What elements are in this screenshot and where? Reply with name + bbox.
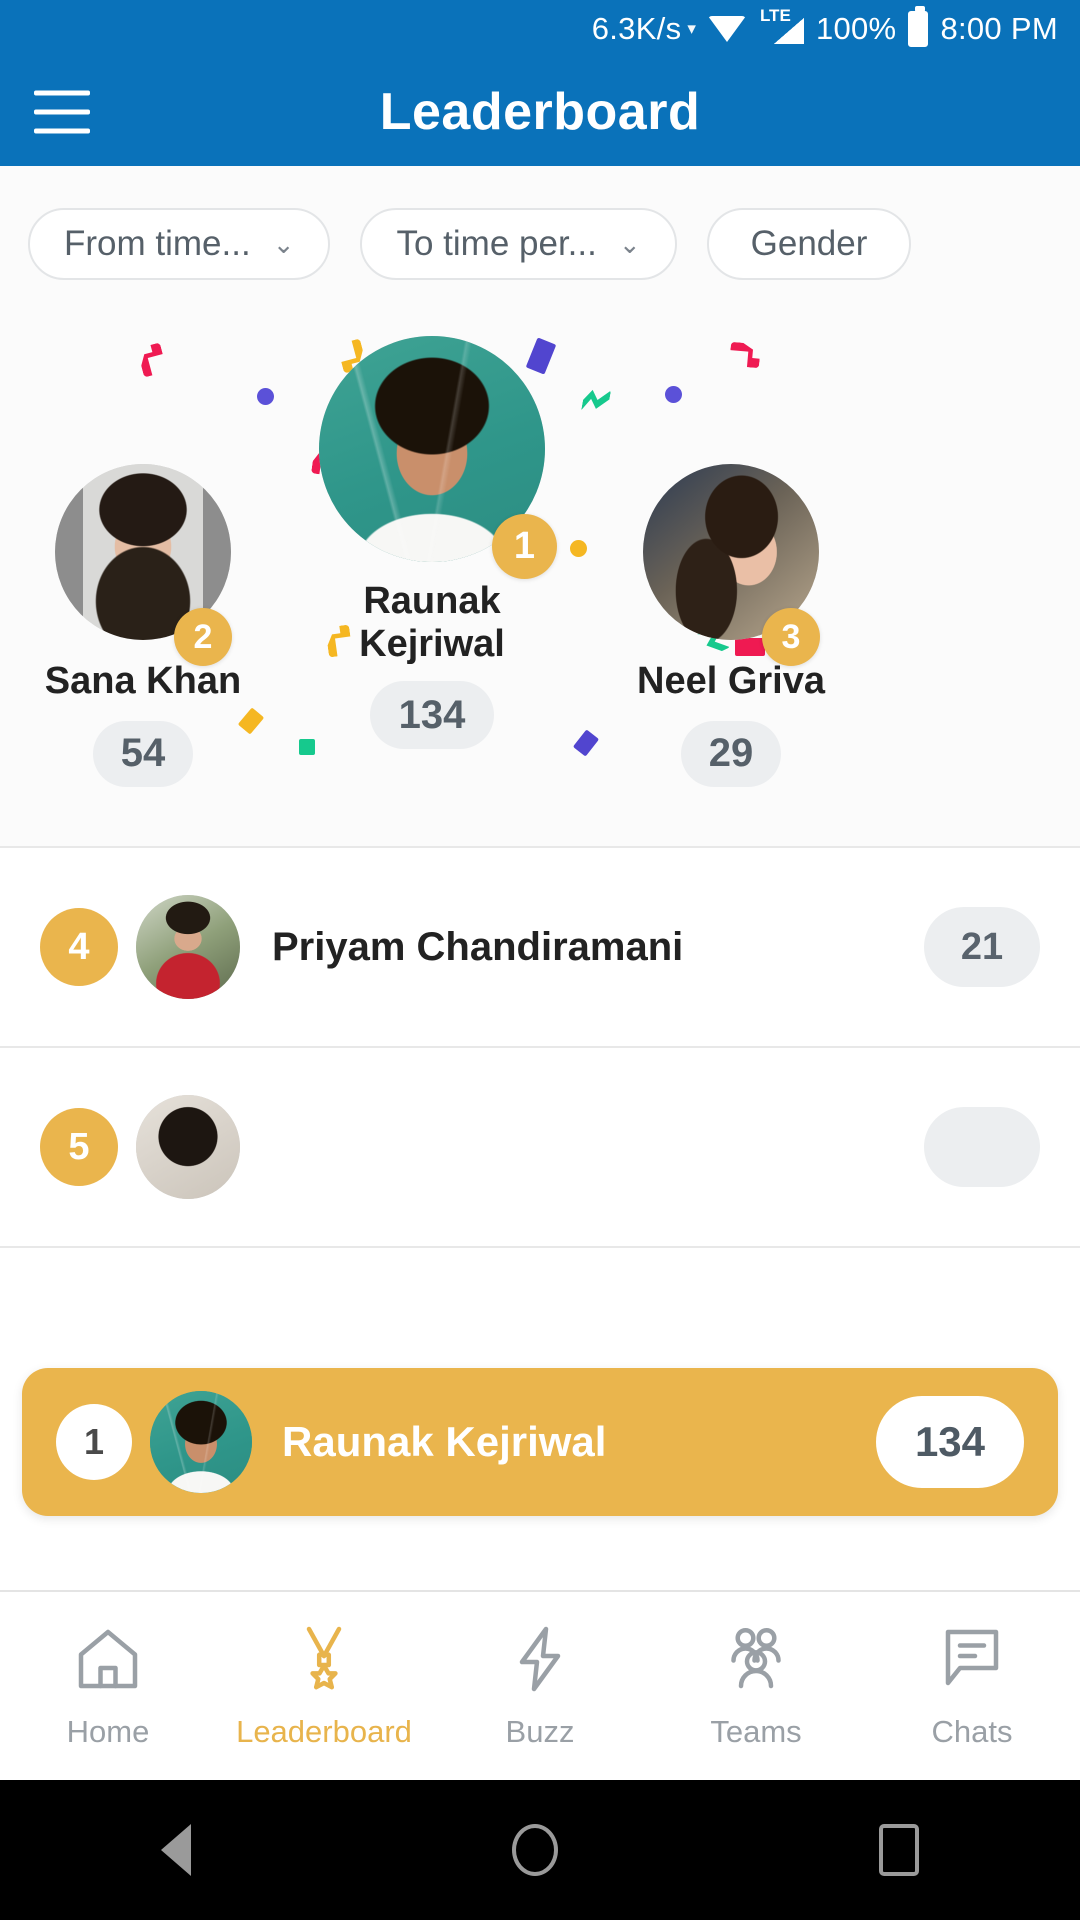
filter-chip-label: Gender: [750, 224, 868, 263]
my-rank-badge: 1: [56, 1404, 132, 1480]
filter-chip-label: From time...: [64, 224, 251, 263]
filter-chip-to-time[interactable]: To time per... ⌄: [360, 208, 677, 280]
confetti-piece: [665, 386, 682, 403]
confetti-piece: [570, 540, 587, 557]
back-triangle-icon[interactable]: [160, 1824, 191, 1876]
podium-slot-first[interactable]: 1 Raunak Kejriwal 134: [312, 336, 557, 750]
filter-chip-from-time[interactable]: From time... ⌄: [28, 208, 331, 280]
nav-label: Home: [66, 1713, 150, 1749]
nav-item-home[interactable]: Home: [0, 1623, 216, 1750]
status-bar: 6.3K/s ▾ LTE 100% 8:00 PM: [0, 0, 1080, 58]
caret-down-icon: ▾: [687, 19, 696, 38]
avatar-photo: [136, 1095, 240, 1199]
podium-slot-second[interactable]: 2 Sana Khan 54: [32, 464, 254, 787]
podium-score-pill: 134: [370, 681, 494, 750]
nav-item-teams[interactable]: Teams: [648, 1623, 864, 1750]
filter-chip-label: To time per...: [396, 224, 597, 263]
signal-bars-icon: LTE: [758, 6, 804, 46]
podium-name: Sana Khan: [44, 660, 242, 702]
app-bar: Leaderboard: [0, 58, 1080, 166]
avatar[interactable]: [136, 1095, 240, 1199]
filter-chip-row: From time... ⌄ To time per... ⌄ Gender: [0, 166, 1080, 318]
confetti-piece: [572, 729, 600, 757]
page-title: Leaderboard: [379, 83, 701, 141]
my-rank-score-pill: 134: [876, 1396, 1024, 1488]
podium-name: Neel Griva: [637, 660, 825, 702]
confetti-piece: [257, 388, 274, 405]
confetti-piece: [137, 342, 168, 377]
nav-label: Leaderboard: [236, 1713, 412, 1749]
table-row[interactable]: 5: [0, 1048, 1080, 1248]
clock-label: 8:00 PM: [940, 11, 1058, 46]
podium-score-pill: 29: [681, 720, 781, 787]
people-group-icon: [718, 1623, 794, 1700]
row-score-pill: 21: [924, 907, 1040, 987]
lightning-icon: [502, 1623, 578, 1700]
podium-name-line2: Kejriwal: [359, 622, 505, 665]
avatar-photo: [136, 895, 240, 999]
my-rank-bar[interactable]: 1 Raunak Kejriwal 134: [22, 1368, 1058, 1516]
my-rank-name-label: Raunak Kejriwal: [282, 1418, 607, 1465]
nav-item-chats[interactable]: Chats: [864, 1623, 1080, 1750]
podium-score-pill: 54: [93, 720, 193, 787]
filter-chip-gender[interactable]: Gender: [706, 208, 912, 280]
avatar[interactable]: [136, 895, 240, 999]
avatar-photo: [150, 1391, 252, 1493]
signal-triangle-icon: [773, 18, 804, 44]
podium-name-line1: Raunak: [363, 580, 501, 622]
home-circle-icon[interactable]: [511, 1824, 558, 1876]
row-name-label: Priyam Chandiramani: [272, 924, 684, 969]
row-rank-badge: 4: [40, 908, 118, 986]
leaderboard-list: 4 Priyam Chandiramani 21 5: [0, 848, 1080, 1248]
rank-badge: 1: [492, 514, 557, 579]
confetti-piece: [581, 386, 611, 416]
recents-square-icon[interactable]: [879, 1824, 920, 1876]
chat-bubble-icon: [934, 1623, 1010, 1700]
battery-percent-label: 100%: [815, 11, 897, 46]
android-navigation-bar: [0, 1780, 1080, 1920]
battery-icon: [908, 6, 929, 47]
network-speed-label: 6.3K/s: [591, 11, 682, 46]
row-score-pill: [924, 1107, 1040, 1187]
podium-section: 1 Raunak Kejriwal 134 2 Sana Khan 54 3 N…: [0, 318, 1080, 848]
rank-badge: 3: [762, 608, 820, 666]
nav-item-buzz[interactable]: Buzz: [432, 1623, 648, 1750]
row-rank-badge: 5: [40, 1108, 118, 1186]
nav-label: Buzz: [505, 1713, 575, 1749]
rank-badge: 2: [174, 608, 232, 666]
nav-label: Teams: [710, 1713, 802, 1749]
nav-label: Chats: [931, 1713, 1013, 1749]
confetti-piece: [729, 342, 761, 369]
chevron-down-icon: ⌄: [272, 229, 295, 259]
nav-item-leaderboard[interactable]: Leaderboard: [216, 1623, 432, 1750]
home-icon: [70, 1623, 146, 1700]
podium-name: Raunak Kejriwal: [312, 580, 552, 665]
table-row[interactable]: 4 Priyam Chandiramani 21: [0, 848, 1080, 1048]
chevron-down-icon: ⌄: [618, 229, 641, 259]
hamburger-menu-icon[interactable]: [34, 90, 90, 134]
avatar[interactable]: [150, 1391, 252, 1493]
wifi-icon: [707, 14, 746, 44]
podium-slot-third[interactable]: 3 Neel Griva 29: [620, 464, 842, 787]
bottom-navigation-bar: Home Leaderboard Buzz Teams Chats: [0, 1590, 1080, 1780]
medal-icon: [286, 1623, 362, 1700]
